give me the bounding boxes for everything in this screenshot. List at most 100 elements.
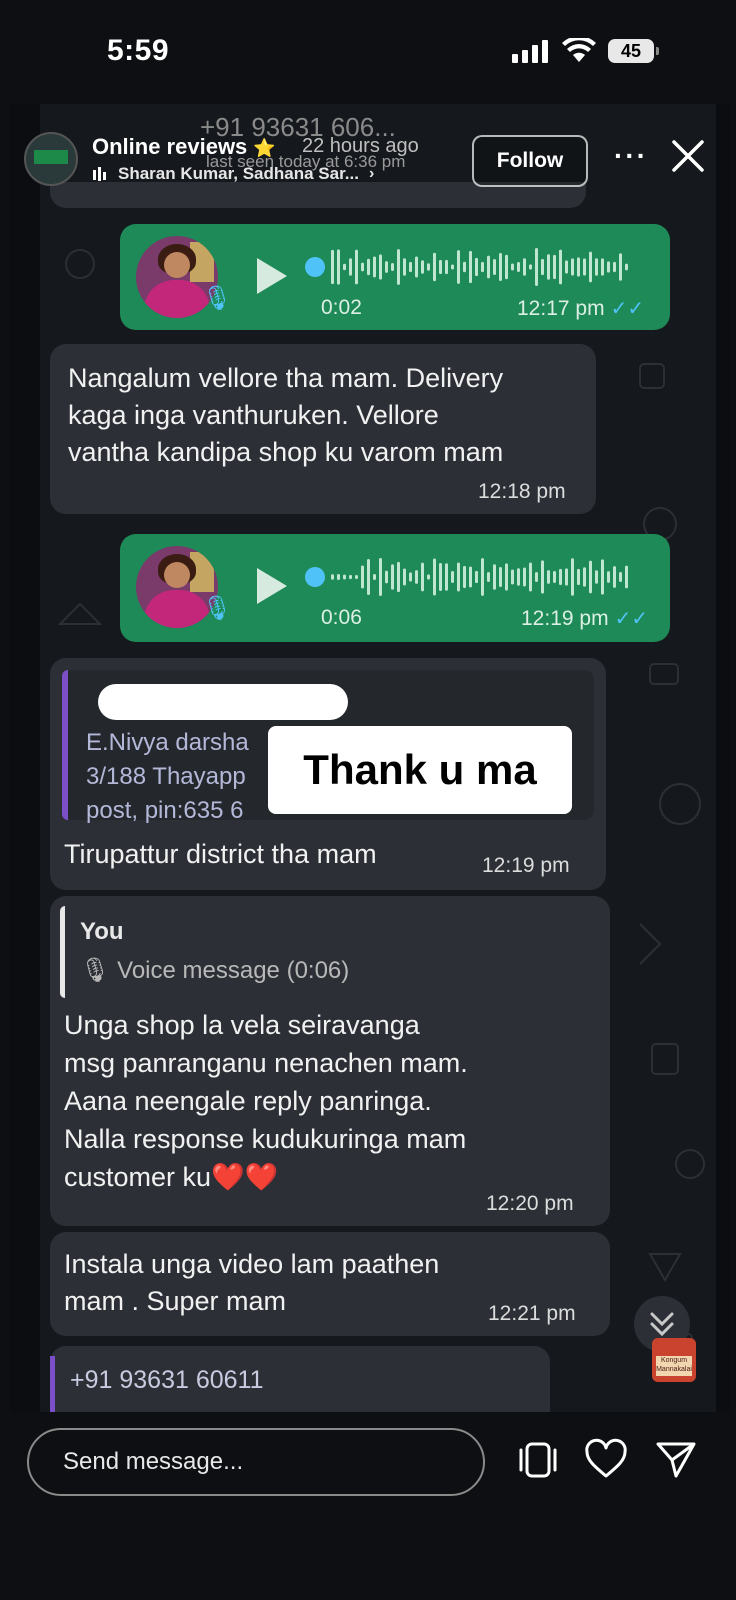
story-viewer[interactable]: +91 93631 606... last seen today at 6:36… bbox=[10, 104, 730, 1412]
waveform-bar bbox=[343, 574, 346, 580]
waveform-bar bbox=[601, 559, 604, 595]
waveform-bar bbox=[451, 570, 454, 584]
waveform-bar bbox=[499, 566, 502, 588]
text-sticker: Thank u ma bbox=[268, 726, 572, 814]
reply-content: 🎙 Voice message (0:06) bbox=[80, 956, 349, 985]
read-ticks-icon: ✓✓ bbox=[614, 608, 649, 630]
waveform-bar bbox=[487, 571, 490, 583]
waveform-bar bbox=[361, 565, 364, 589]
waveform-bar bbox=[439, 563, 442, 591]
waveform-bar bbox=[565, 260, 568, 274]
waveform-bar bbox=[481, 261, 484, 273]
waveform-bar bbox=[547, 254, 550, 280]
subtitle-text: Sharan Kumar, Sadhana Sar... bbox=[118, 164, 359, 183]
account-avatar[interactable] bbox=[24, 132, 78, 186]
reply-preview[interactable]: You 🎙 Voice message (0:06) bbox=[60, 906, 594, 998]
waveform-bar bbox=[433, 252, 436, 282]
read-ticks-icon: ✓✓ bbox=[610, 298, 645, 320]
quote-line: post, pin:635 6 bbox=[86, 797, 244, 824]
waveform-bar bbox=[529, 264, 532, 270]
reply-voice-text: Voice message (0:06) bbox=[117, 957, 350, 984]
waveform-bar bbox=[427, 574, 430, 580]
waveform-bar bbox=[607, 571, 610, 583]
message-line: Unga shop la vela seiravanga bbox=[64, 1010, 420, 1040]
waveform-bar bbox=[583, 258, 586, 276]
waveform-bar bbox=[607, 261, 610, 273]
follow-button[interactable]: Follow bbox=[472, 135, 588, 187]
star-badge-icon: ⭐ bbox=[253, 138, 276, 158]
quote-bar bbox=[62, 670, 68, 820]
waveform-bar bbox=[457, 562, 460, 592]
waveform-bar bbox=[553, 254, 556, 280]
send-message-input[interactable]: Send message... bbox=[27, 1428, 485, 1496]
waveform-bar bbox=[331, 249, 334, 285]
play-icon[interactable] bbox=[257, 568, 287, 604]
message-time-text: 12:17 pm bbox=[517, 297, 605, 320]
waveform-bar bbox=[619, 571, 622, 583]
story-subtitle[interactable]: Sharan Kumar, Sadhana Sar... › bbox=[92, 164, 374, 184]
close-icon[interactable] bbox=[670, 138, 706, 174]
shop-thumb-text: Kongum Mannakalai bbox=[656, 1356, 692, 1376]
waveform-bar bbox=[337, 573, 340, 581]
waveform-bar bbox=[469, 250, 472, 284]
voice-duration: 0:06 bbox=[321, 606, 362, 629]
more-options-icon[interactable]: ··· bbox=[614, 140, 648, 172]
incoming-message[interactable]: Nangalum vellore tha mam. Delivery kaga … bbox=[50, 344, 596, 514]
waveform-bar bbox=[541, 560, 544, 594]
send-icon[interactable] bbox=[654, 1438, 698, 1482]
account-name[interactable]: Online reviews ⭐ bbox=[92, 134, 276, 160]
waveform-bar bbox=[427, 263, 430, 271]
incoming-message[interactable]: You 🎙 Voice message (0:06) Unga shop la … bbox=[50, 896, 610, 1226]
waveform-bar bbox=[487, 255, 490, 279]
waveform-bar bbox=[361, 262, 364, 272]
message-line: mam . Super mam bbox=[64, 1286, 287, 1316]
waveform-bar bbox=[403, 258, 406, 276]
message-time: 12:19 pm ✓✓ bbox=[521, 606, 648, 631]
waveform-bar bbox=[463, 261, 466, 273]
redacted-scribble bbox=[98, 684, 348, 720]
waveform-bar bbox=[397, 249, 400, 285]
message-line: Nangalum vellore tha mam. Delivery bbox=[68, 363, 504, 393]
reply-bar bbox=[60, 906, 65, 998]
story-header: Online reviews ⭐ 22 hours ago Sharan Kum… bbox=[10, 104, 730, 204]
heart-icon[interactable] bbox=[584, 1438, 628, 1482]
waveform-bar bbox=[535, 248, 538, 286]
clock: 5:59 bbox=[107, 34, 170, 67]
voice-message-bubble[interactable]: 🎙 0:02 12:17 pm ✓✓ bbox=[120, 224, 670, 330]
waveform-bar bbox=[517, 568, 520, 586]
account-name-text: Online reviews bbox=[92, 134, 248, 159]
shop-thumbnail[interactable]: Kongum Mannakalai bbox=[652, 1338, 696, 1382]
quoted-text: E.Nivya darsha 3/188 Thayapp post, pin:6… bbox=[86, 726, 249, 828]
waveform-bar bbox=[547, 570, 550, 584]
mic-icon: 🎙 bbox=[202, 285, 233, 312]
waveform-bar bbox=[403, 568, 406, 586]
waveform-bar bbox=[505, 254, 508, 280]
incoming-message[interactable]: Instala unga video lam paathen mam . Sup… bbox=[50, 1232, 610, 1336]
waveform-bar bbox=[535, 571, 538, 583]
playhead-dot[interactable] bbox=[305, 567, 325, 587]
waveform-bar bbox=[475, 257, 478, 277]
waveform[interactable] bbox=[305, 554, 635, 600]
waveform-bar bbox=[523, 258, 526, 276]
waveform-bar bbox=[463, 565, 466, 589]
play-icon[interactable] bbox=[257, 258, 287, 294]
waveform-bar bbox=[373, 574, 376, 580]
waveform-bar bbox=[493, 259, 496, 275]
waveform-bar bbox=[439, 259, 442, 275]
chevron-right-icon: › bbox=[368, 165, 375, 182]
mic-icon: 🎙 bbox=[202, 595, 233, 622]
voice-duration: 0:02 bbox=[321, 296, 362, 319]
message-text: Tirupattur district tha mam bbox=[64, 839, 377, 869]
mic-icon: 🎙 bbox=[80, 957, 118, 984]
reshare-icon[interactable] bbox=[516, 1438, 560, 1482]
story-time-ago: 22 hours ago bbox=[302, 135, 419, 157]
waveform[interactable] bbox=[305, 244, 635, 290]
waveform-bar bbox=[625, 565, 628, 589]
waveform-bar bbox=[337, 249, 340, 285]
waveform-bar bbox=[583, 567, 586, 587]
voice-message-bubble[interactable]: 🎙 0:06 12:19 pm ✓✓ bbox=[120, 534, 670, 642]
playhead-dot[interactable] bbox=[305, 257, 325, 277]
waveform-bar bbox=[349, 574, 352, 580]
waveform-bar bbox=[421, 260, 424, 274]
waveform-bar bbox=[355, 249, 358, 285]
